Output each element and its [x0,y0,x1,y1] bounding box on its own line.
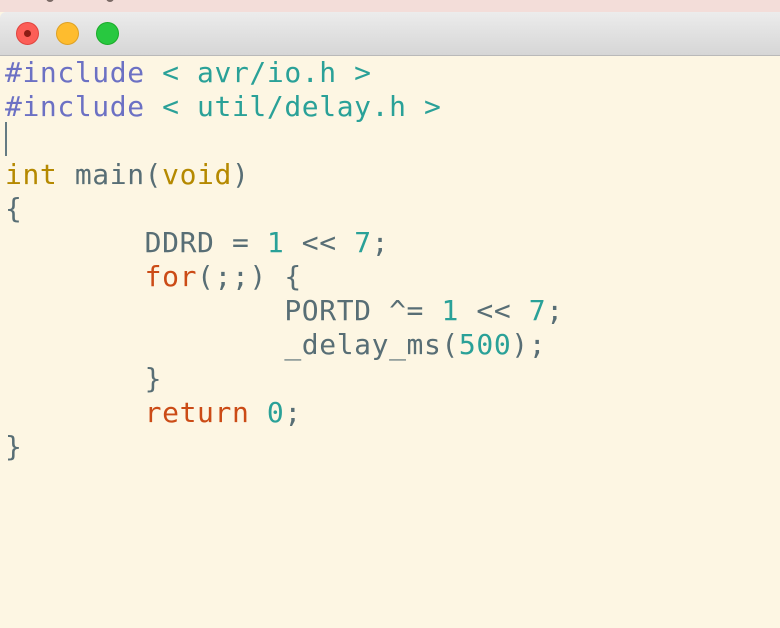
code-token: ) [231,158,250,191]
code-token: 1 [266,226,285,259]
code-editor[interactable]: #include < avr/io.h > #include < util/del… [0,56,780,628]
code-token: #include [5,90,145,123]
code-token: < util/delay.h > [144,90,442,123]
code-line[interactable]: #include < util/delay.h > [5,90,441,124]
code-token: (;;) { [197,260,302,293]
code-token: void [162,158,232,191]
code-token: PORTD ^= [5,294,442,327]
code-line[interactable]: } [5,362,162,396]
code-line[interactable]: #include < avr/io.h > [5,56,372,90]
code-token: ; [284,396,302,429]
code-line[interactable]: for(;;) { [5,260,302,294]
background-window-strip [0,0,780,12]
code-token: 0 [266,396,285,429]
window-titlebar[interactable] [0,12,780,56]
code-token: 500 [458,328,512,361]
code-token: } [5,362,163,395]
code-token: _delay_ms( [5,328,459,361]
background-window-fragment [106,0,114,2]
code-token: return [144,396,250,429]
code-token: main( [57,158,163,191]
code-line[interactable]: _delay_ms(500); [5,328,546,362]
text-cursor [5,122,7,156]
code-token: int [5,158,58,191]
code-token: #include [5,56,145,89]
code-token: ; [371,226,390,259]
code-token: } [5,430,23,463]
code-token: 1 [441,294,459,327]
code-line[interactable]: DDRD = 1 << 7; [5,226,389,260]
minimize-button[interactable] [56,22,79,45]
code-line[interactable]: PORTD ^= 1 << 7; [5,294,564,328]
code-token: << [458,294,529,327]
code-line[interactable]: return 0; [5,396,302,430]
code-token: < avr/io.h > [144,56,372,89]
code-token: ; [546,294,564,327]
code-token: { [5,192,23,225]
code-token: for [144,260,198,293]
code-token: 7 [528,294,547,327]
code-line[interactable]: { [5,192,22,226]
background-window-fragment [46,0,54,2]
close-button[interactable] [16,22,39,45]
code-token: ); [511,328,547,361]
code-line[interactable]: } [5,430,22,464]
code-line[interactable]: int main(void) [5,158,249,192]
code-token: DDRD = [5,226,267,259]
zoom-button[interactable] [96,22,119,45]
code-token: 7 [354,226,372,259]
code-token: << [284,226,355,259]
